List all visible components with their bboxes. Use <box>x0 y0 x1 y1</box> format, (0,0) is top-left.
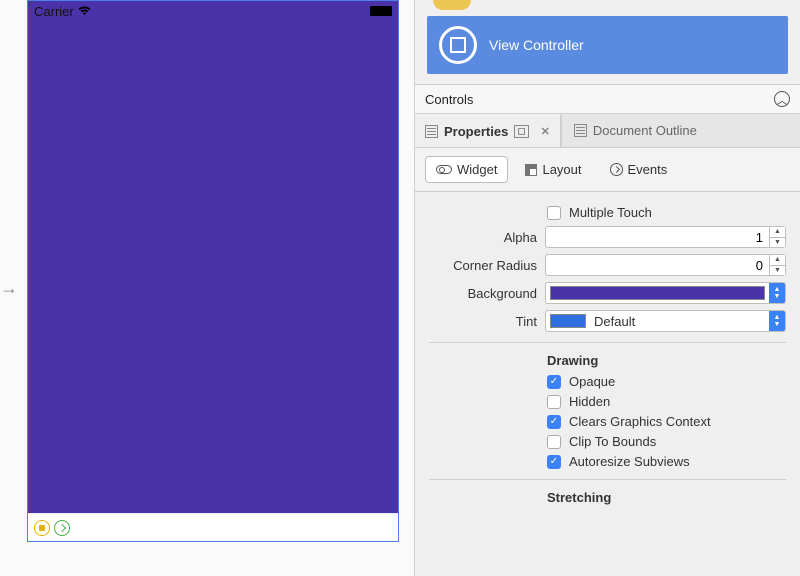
separator <box>429 342 786 343</box>
multiple-touch-label: Multiple Touch <box>569 205 652 220</box>
corner-radius-input[interactable] <box>545 254 770 276</box>
background-swatch <box>550 286 765 300</box>
separator <box>429 479 786 480</box>
tab-properties[interactable]: Properties ◻ ✕ <box>415 114 561 147</box>
tab-document-outline[interactable]: Document Outline <box>561 114 800 147</box>
tab-document-outline-label: Document Outline <box>593 123 697 138</box>
opaque-checkbox[interactable]: ✓ <box>547 375 561 389</box>
hierarchy-item-view-controller[interactable]: View Controller <box>427 16 788 74</box>
dropdown-icon[interactable]: ▲▼ <box>769 283 785 303</box>
document-outline-icon <box>574 124 587 137</box>
tint-text: Default <box>590 314 769 329</box>
subtab-layout[interactable]: Layout <box>514 156 592 183</box>
tint-label: Tint <box>429 314 537 329</box>
autoresize-checkbox[interactable]: ✓ <box>547 455 561 469</box>
events-icon <box>610 163 623 176</box>
hierarchy-parent-icon <box>433 0 471 10</box>
expand-right-arrow[interactable]: → <box>0 0 18 576</box>
tab-properties-label: Properties <box>444 124 508 139</box>
subtab-layout-label: Layout <box>542 162 581 177</box>
multiple-touch-checkbox[interactable] <box>547 206 561 220</box>
toolbox-section-label: Controls <box>425 92 473 107</box>
clears-graphics-checkbox[interactable]: ✓ <box>547 415 561 429</box>
battery-icon <box>370 6 392 16</box>
tint-swatch <box>550 314 586 328</box>
alpha-label: Alpha <box>429 230 537 245</box>
constraints-mode-icon[interactable] <box>34 520 50 536</box>
subtab-widget[interactable]: Widget <box>425 156 508 183</box>
alpha-stepper[interactable]: ▲▼ <box>770 226 786 248</box>
stretching-section-title: Stretching <box>547 490 786 505</box>
layout-icon <box>525 164 537 176</box>
device-frame[interactable]: Carrier <box>27 0 399 542</box>
corner-radius-stepper[interactable]: ▲▼ <box>770 254 786 276</box>
clip-to-bounds-label: Clip To Bounds <box>569 434 656 449</box>
corner-radius-label: Corner Radius <box>429 258 537 273</box>
run-preview-icon[interactable] <box>54 520 70 536</box>
toolbox-section-header[interactable]: Controls ︿ <box>415 84 800 114</box>
subtab-widget-label: Widget <box>457 162 497 177</box>
alpha-input[interactable] <box>545 226 770 248</box>
close-icon[interactable]: ✕ <box>541 125 550 138</box>
hidden-checkbox[interactable] <box>547 395 561 409</box>
view-controller-icon <box>439 26 477 64</box>
clears-graphics-label: Clears Graphics Context <box>569 414 711 429</box>
root-view[interactable] <box>28 21 398 513</box>
properties-icon <box>425 125 438 138</box>
drawing-section-title: Drawing <box>547 353 786 368</box>
canvas-footer-bar <box>28 513 398 541</box>
tint-color-picker[interactable]: Default ▲▼ <box>545 310 786 332</box>
dropdown-icon[interactable]: ▲▼ <box>769 311 785 331</box>
background-color-picker[interactable]: ▲▼ <box>545 282 786 304</box>
status-bar: Carrier <box>28 1 398 21</box>
wifi-icon <box>78 4 91 19</box>
popout-icon[interactable]: ◻ <box>514 125 528 138</box>
design-canvas[interactable]: Carrier <box>18 0 414 542</box>
subtab-events-label: Events <box>628 162 668 177</box>
widget-icon <box>436 165 452 174</box>
hierarchy-item-label: View Controller <box>489 37 584 53</box>
hidden-label: Hidden <box>569 394 610 409</box>
clip-to-bounds-checkbox[interactable] <box>547 435 561 449</box>
autoresize-label: Autoresize Subviews <box>569 454 690 469</box>
subtab-events[interactable]: Events <box>599 156 679 183</box>
background-label: Background <box>429 286 537 301</box>
opaque-label: Opaque <box>569 374 615 389</box>
chevron-up-icon[interactable]: ︿ <box>774 91 790 107</box>
carrier-label: Carrier <box>34 4 74 19</box>
